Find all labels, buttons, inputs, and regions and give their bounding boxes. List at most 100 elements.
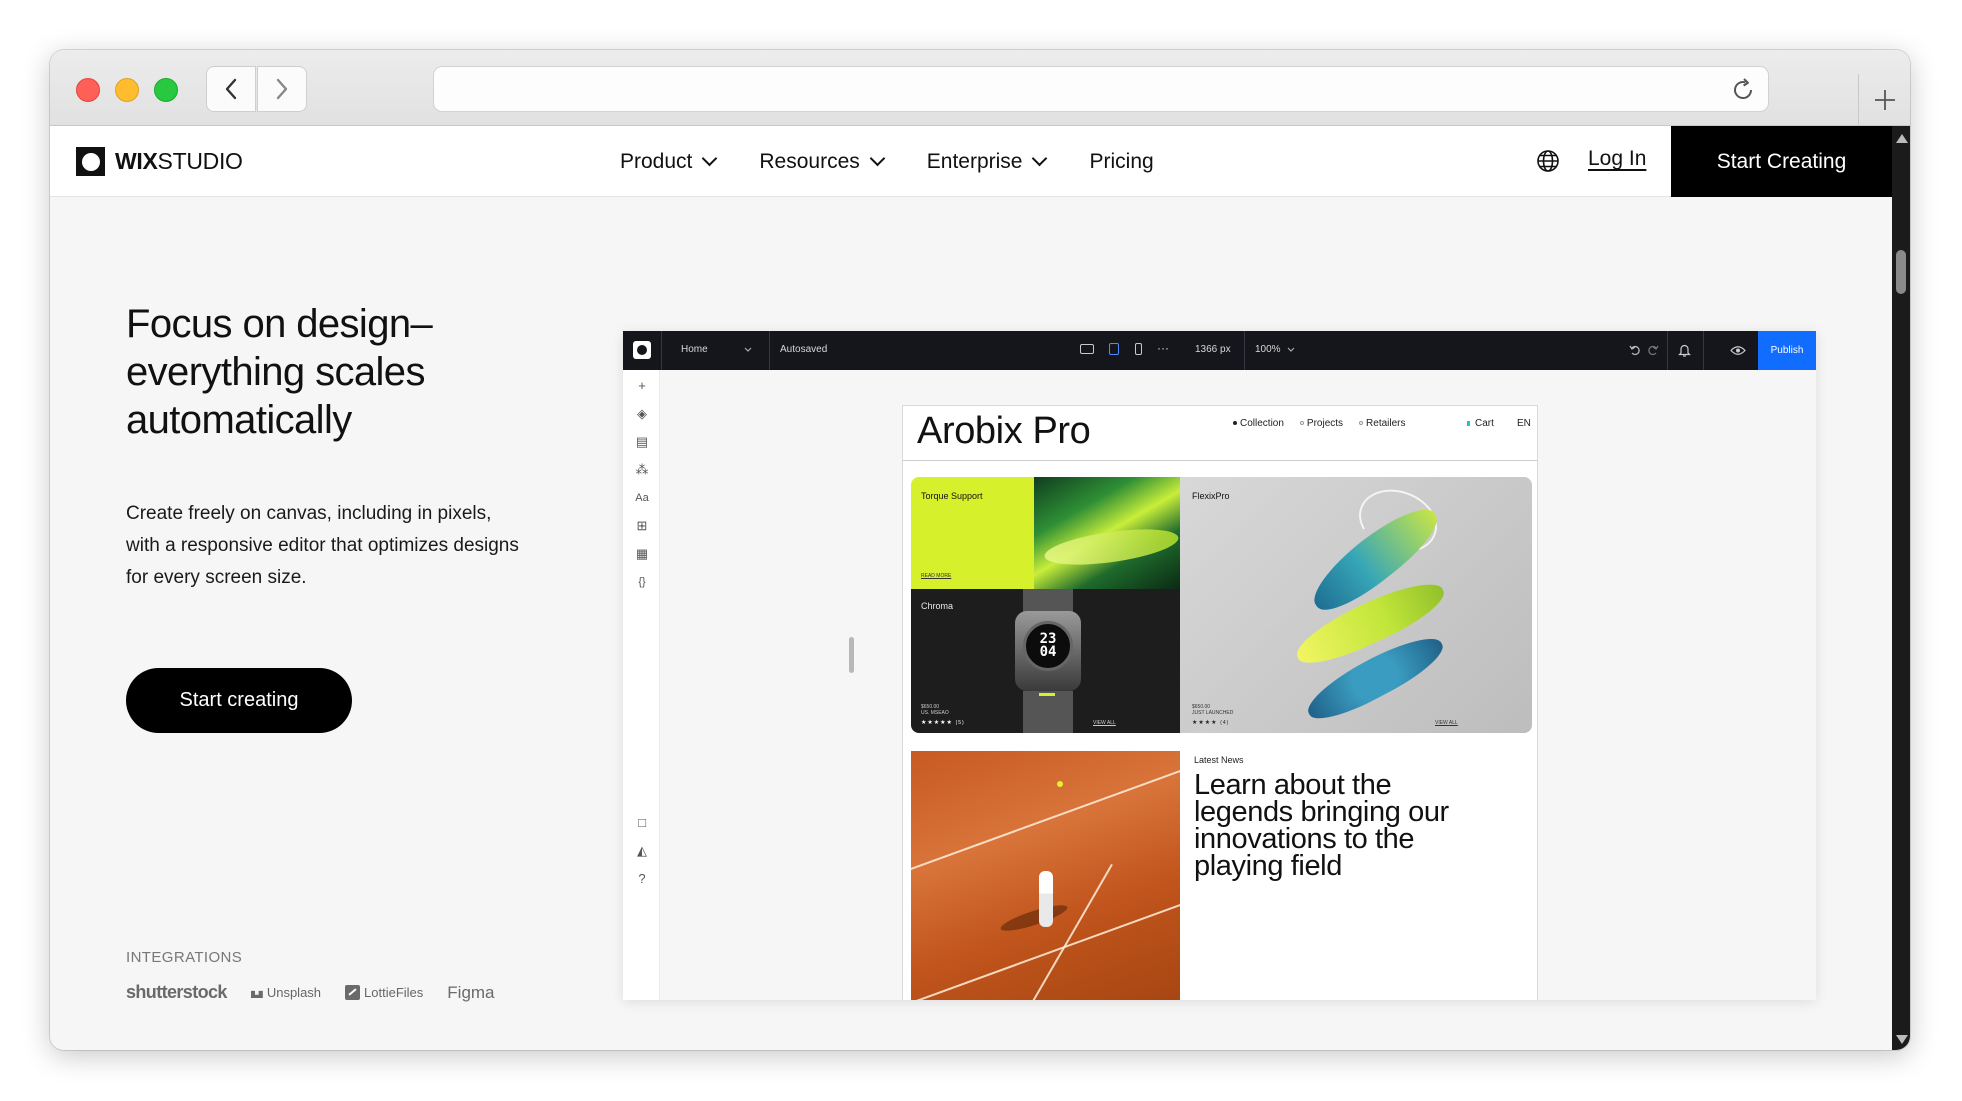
chroma-view-all-link[interactable]: VIEW ALL — [1093, 720, 1116, 726]
hero-title: Focus on design–everything scales automa… — [126, 302, 433, 442]
hero-start-creating-button[interactable]: Start creating — [126, 668, 352, 733]
site-nav-projects[interactable]: Projects — [1299, 418, 1343, 429]
nav-pricing[interactable]: Pricing — [1089, 150, 1153, 174]
nav-product[interactable]: Product — [620, 150, 718, 174]
minimize-window-button[interactable] — [115, 78, 139, 102]
reload-icon[interactable] — [1730, 77, 1756, 103]
figma-logo: Figma — [447, 982, 495, 1002]
globe-icon[interactable] — [1536, 149, 1560, 173]
editor-page-select[interactable]: Home — [681, 344, 708, 355]
flexixpro-title: FlexixPro — [1192, 491, 1230, 501]
shutterstock-logo: shutterstock — [126, 982, 227, 1002]
desktop-view-icon[interactable] — [1080, 344, 1094, 354]
code-braces-icon[interactable]: {} — [635, 575, 649, 589]
site-cart[interactable]: Cart — [1467, 418, 1494, 429]
watch-accent — [1039, 693, 1055, 696]
page-viewport: WIXSTUDIO Product Resources Enterprise P… — [50, 126, 1892, 1050]
site-nav-collection[interactable]: Collection — [1233, 418, 1284, 429]
chevron-down-icon — [702, 150, 718, 167]
editor-canvas[interactable]: Arobix Pro Collection Projects Retailers… — [660, 370, 1816, 1000]
flexixpro-card[interactable]: FlexixPro $650.00 JUST LAUNCHED ★★★★ (4)… — [1180, 477, 1532, 733]
comments-icon[interactable]: □ — [635, 816, 649, 830]
forward-button[interactable] — [257, 66, 307, 112]
browser-toolbar — [50, 50, 1910, 126]
chevron-down-icon — [869, 150, 886, 167]
learn-cap-icon[interactable]: ◭ — [635, 844, 649, 858]
integrations-label: INTEGRATIONS — [126, 949, 243, 966]
chroma-subtitle: US. MSEAO — [921, 710, 949, 716]
integrations-logos: shutterstock Unsplash LottieFiles Figma — [126, 982, 495, 1003]
plus-icon — [1874, 90, 1895, 110]
new-tab-button[interactable] — [1858, 74, 1910, 126]
site-nav-retailers[interactable]: Retailers — [1359, 418, 1406, 429]
product-grid: Torque Support READ MORE Chroma 23 04 $65… — [911, 477, 1532, 733]
chevron-down-icon — [1287, 347, 1295, 352]
latest-news-label: Latest News — [1194, 755, 1244, 765]
maximize-window-button[interactable] — [154, 78, 178, 102]
back-chevron-icon — [225, 78, 237, 100]
typography-icon[interactable]: Aa — [635, 491, 649, 505]
apps-grid-icon[interactable]: ⊞ — [635, 519, 649, 533]
chevron-down-icon — [1032, 150, 1048, 167]
lottiefiles-logo: LottieFiles — [345, 985, 423, 1000]
login-link[interactable]: Log In — [1588, 147, 1646, 171]
unsplash-logo: Unsplash — [250, 985, 321, 1000]
read-more-link[interactable]: READ MORE — [921, 573, 951, 579]
news-headline[interactable]: Learn about the legends bringing our inn… — [1194, 771, 1454, 881]
main-nav: Product Resources Enterprise Pricing — [620, 126, 1154, 197]
flexixpro-view-all-link[interactable]: VIEW ALL — [1435, 720, 1458, 726]
page-scrollbar[interactable] — [1892, 126, 1910, 1050]
editor-autosave-status: Autosaved — [780, 344, 828, 355]
scroll-down-arrow-icon[interactable] — [1896, 1035, 1908, 1044]
close-window-button[interactable] — [76, 78, 100, 102]
site-title: Arobix Pro — [917, 410, 1091, 452]
site-language[interactable]: EN — [1517, 418, 1531, 429]
forward-chevron-icon — [276, 78, 288, 100]
nav-resources[interactable]: Resources — [759, 150, 886, 174]
components-icon[interactable]: ⁂ — [635, 463, 649, 477]
start-creating-button[interactable]: Start Creating — [1671, 126, 1892, 197]
chroma-rating: ★★★★★ (5) — [921, 720, 965, 726]
more-dots-icon[interactable]: ··· — [1157, 341, 1169, 355]
editor-zoom[interactable]: 100% — [1255, 344, 1281, 355]
redo-icon[interactable] — [1647, 344, 1659, 356]
green-shoe-image — [1034, 477, 1180, 589]
scroll-thumb[interactable] — [1896, 250, 1906, 294]
editor-sidebar: + ◈ ▤ ⁂ Aa ⊞ ▦ {} □ ◭ ? — [623, 370, 660, 1000]
chevron-down-icon — [744, 347, 752, 352]
tennis-court-image — [911, 751, 1180, 1000]
back-button[interactable] — [206, 66, 256, 112]
lottiefiles-icon — [345, 985, 361, 1000]
editor-logo-icon — [633, 341, 651, 359]
scroll-up-arrow-icon[interactable] — [1896, 134, 1908, 143]
editor-width[interactable]: 1366 px — [1195, 344, 1231, 355]
watch-strap-top — [1023, 589, 1073, 613]
preview-eye-icon[interactable] — [1730, 345, 1746, 356]
address-bar[interactable] — [433, 66, 1769, 112]
chroma-title: Chroma — [921, 601, 954, 611]
watch-image: 23 04 — [1015, 611, 1081, 691]
hero-description: Create freely on canvas, including in pi… — [126, 503, 519, 588]
table-icon[interactable]: ▦ — [635, 547, 649, 561]
layers-icon[interactable]: ◈ — [635, 407, 649, 421]
site-header: WIXSTUDIO Product Resources Enterprise P… — [50, 126, 1892, 197]
tablet-view-icon[interactable] — [1109, 343, 1119, 355]
logo-text: WIXSTUDIO — [115, 148, 243, 174]
mobile-view-icon[interactable] — [1135, 343, 1142, 355]
bell-icon[interactable] — [1678, 343, 1691, 357]
nav-enterprise[interactable]: Enterprise — [927, 150, 1048, 174]
publish-button[interactable]: Publish — [1758, 331, 1816, 370]
flexixpro-subtitle: JUST LAUNCHED — [1192, 710, 1234, 716]
resize-handle-left[interactable] — [849, 637, 854, 673]
help-icon[interactable]: ? — [635, 872, 649, 886]
pages-icon[interactable]: ▤ — [635, 435, 649, 449]
watch-strap-bottom — [1023, 691, 1073, 733]
editor-topbar: Home Autosaved ··· 1366 px 100% Publish — [623, 331, 1816, 370]
undo-icon[interactable] — [1629, 344, 1641, 356]
flexixpro-rating: ★★★★ (4) — [1192, 720, 1230, 726]
site-header-divider — [903, 460, 1537, 461]
browser-window: WIXSTUDIO Product Resources Enterprise P… — [50, 50, 1910, 1050]
player-shadow — [998, 900, 1070, 936]
wix-studio-logo[interactable]: WIXSTUDIO — [76, 147, 243, 176]
add-element-icon[interactable]: + — [635, 379, 649, 393]
